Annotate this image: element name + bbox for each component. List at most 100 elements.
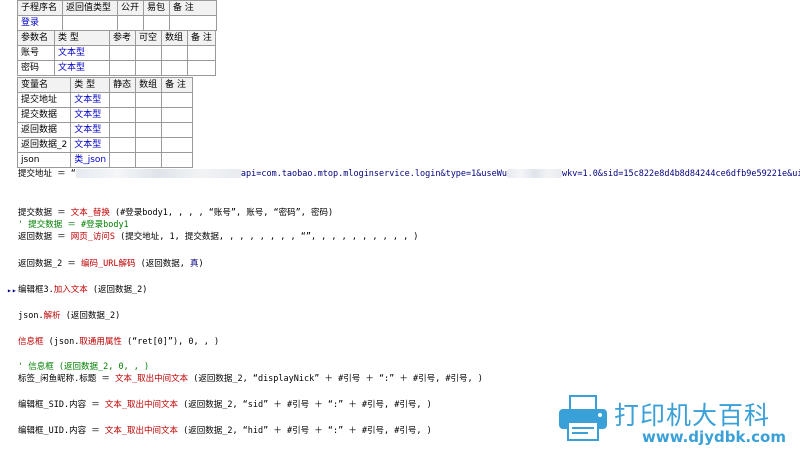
cell[interactable] bbox=[135, 152, 163, 168]
cell[interactable] bbox=[169, 15, 217, 31]
code-line-edit-add-text[interactable]: 编辑框3.加入文本 (返回数据_2) bbox=[18, 284, 147, 296]
cell[interactable] bbox=[109, 137, 137, 153]
cell[interactable] bbox=[161, 107, 194, 123]
var-type[interactable]: 文本型 bbox=[70, 107, 111, 123]
redacted-blur bbox=[75, 169, 241, 178]
cell[interactable] bbox=[187, 60, 216, 76]
table-row[interactable]: json 类_json bbox=[16, 152, 194, 168]
cell[interactable] bbox=[161, 45, 188, 61]
header-cell: 静态 bbox=[109, 77, 137, 93]
code-line-url-decode[interactable]: 返回数据_2 ＝ 编码_URL解码 (返回数据, 真) bbox=[18, 258, 204, 270]
header-cell: 数组 bbox=[161, 30, 188, 46]
code-operator: ＝ bbox=[96, 374, 115, 384]
param-name[interactable]: 密码 bbox=[17, 60, 55, 76]
cell[interactable] bbox=[117, 15, 144, 31]
var-name[interactable]: 返回数据_2 bbox=[16, 137, 72, 153]
cell[interactable] bbox=[109, 107, 137, 123]
code-arguments: (返回数据_2, “displayNick” ＋ #引号 ＋ “:” ＋ #引号… bbox=[188, 374, 483, 384]
cell[interactable] bbox=[109, 92, 137, 108]
code-function: 文本_取出中间文本 bbox=[104, 426, 178, 436]
param-type[interactable]: 文本型 bbox=[54, 60, 110, 76]
table-row[interactable]: 提交数据 文本型 bbox=[16, 107, 194, 123]
code-operator: ＝ “ bbox=[52, 169, 76, 179]
code-arguments: (返回数据_2, “sid” ＋ #引号 ＋ “:” ＋ #引号, #引号, ) bbox=[177, 400, 432, 410]
code-operator: ＝ bbox=[86, 426, 105, 436]
code-arguments: (“ret[0]”), 0, , ) bbox=[121, 337, 220, 347]
printer-icon bbox=[559, 395, 607, 441]
header-cell: 易包 bbox=[143, 0, 170, 16]
code-line-json-parse[interactable]: json.解析 (返回数据_2) bbox=[18, 310, 120, 322]
code-operator: ＝ bbox=[86, 400, 105, 410]
table-row[interactable]: 返回数据_2 文本型 bbox=[16, 137, 194, 153]
var-type[interactable]: 类_json bbox=[70, 152, 111, 168]
cell[interactable] bbox=[135, 92, 163, 108]
header-cell: 类 型 bbox=[70, 77, 111, 93]
subprogram-row[interactable]: 登录 bbox=[17, 15, 217, 31]
code-arguments: (返回数据, bbox=[135, 259, 190, 269]
table-row[interactable]: 密码 文本型 bbox=[17, 60, 216, 76]
cell[interactable] bbox=[62, 15, 118, 31]
code-line-sid-content[interactable]: 编辑框_SID.内容 ＝ 文本_取出中间文本 (返回数据_2, “sid” ＋ … bbox=[18, 399, 432, 411]
table-row[interactable]: 账号 文本型 bbox=[17, 45, 216, 61]
header-cell: 备 注 bbox=[169, 0, 217, 16]
code-variable: 标签_闲鱼昵称.标题 bbox=[18, 374, 97, 384]
var-name[interactable]: 返回数据 bbox=[16, 122, 72, 138]
var-type[interactable]: 文本型 bbox=[70, 122, 111, 138]
param-type[interactable]: 文本型 bbox=[54, 45, 110, 61]
var-name[interactable]: 提交数据 bbox=[16, 107, 72, 123]
cell[interactable] bbox=[135, 60, 162, 76]
table-row[interactable]: 提交地址 文本型 bbox=[16, 92, 194, 108]
cell[interactable] bbox=[135, 137, 163, 153]
code-function: 文本_取出中间文本 bbox=[115, 374, 189, 384]
table-row[interactable]: 返回数据 文本型 bbox=[16, 122, 194, 138]
cell[interactable] bbox=[135, 107, 163, 123]
code-comment-line[interactable]: ' 信息框 (返回数据_2, 0, , ) bbox=[18, 361, 149, 373]
header-cell: 参考 bbox=[109, 30, 136, 46]
code-object: json. bbox=[18, 311, 44, 321]
code-line-submit-data[interactable]: 提交数据 ＝ 文本_替换 (#登录body1, , , , “账号”, 账号, … bbox=[18, 207, 333, 219]
watermark-url: www.djydbk.com bbox=[642, 428, 786, 446]
header-cell: 可空 bbox=[135, 30, 162, 46]
code-operator: ＝ bbox=[52, 208, 71, 218]
subprogram-name[interactable]: 登录 bbox=[17, 15, 63, 31]
cell[interactable] bbox=[161, 137, 194, 153]
header-cell: 变量名 bbox=[16, 77, 72, 93]
cell[interactable] bbox=[161, 92, 194, 108]
var-type[interactable]: 文本型 bbox=[70, 92, 111, 108]
var-name[interactable]: 提交地址 bbox=[16, 92, 72, 108]
code-function: 网页_访问S bbox=[70, 232, 116, 242]
cell[interactable] bbox=[109, 60, 136, 76]
code-variable: 返回数据_2 bbox=[18, 259, 63, 269]
code-function: 解析 bbox=[43, 311, 61, 321]
param-name[interactable]: 账号 bbox=[17, 45, 55, 61]
code-line-uid-content[interactable]: 编辑框_UID.内容 ＝ 文本_取出中间文本 (返回数据_2, “hid” ＋ … bbox=[18, 425, 432, 437]
code-line-submit-url[interactable]: 提交地址 ＝ “ api=com.taobao.mtop.mloginservic… bbox=[18, 168, 800, 180]
code-function: 文本_替换 bbox=[70, 208, 110, 218]
code-line-nickname-title[interactable]: 标签_闲鱼昵称.标题 ＝ 文本_取出中间文本 (返回数据_2, “display… bbox=[18, 373, 483, 385]
cell[interactable] bbox=[135, 45, 162, 61]
subprogram-header-row: 子程序名 返回值类型 公开 易包 备 注 bbox=[17, 0, 217, 16]
cell[interactable] bbox=[109, 45, 136, 61]
code-line-message-box[interactable]: 信息框 (json.取通用属性 (“ret[0]”), 0, , ) bbox=[18, 336, 219, 348]
var-type[interactable]: 文本型 bbox=[70, 137, 111, 153]
code-variable: 编辑框_UID.内容 bbox=[18, 426, 87, 436]
code-arguments: (提交地址, 1, 提交数据, , , , , , , , “”, , , , … bbox=[115, 232, 419, 242]
code-line-return-data[interactable]: 返回数据 ＝ 网页_访问S (提交地址, 1, 提交数据, , , , , , … bbox=[18, 231, 418, 243]
code-arguments: (#登录body1, , , , “账号”, 账号, “密码”, 密码) bbox=[109, 208, 334, 218]
var-name[interactable]: json bbox=[16, 152, 72, 168]
code-operator: ＝ bbox=[62, 259, 81, 269]
cell[interactable] bbox=[161, 152, 194, 168]
code-comment-line[interactable]: ' 提交数据 ＝ #登录body1 bbox=[18, 219, 129, 231]
cell[interactable] bbox=[161, 60, 188, 76]
cell[interactable] bbox=[161, 122, 194, 138]
variable-table: 变量名 类 型 静态 数组 备 注 提交地址 文本型 提交数据 文本型 返回数据… bbox=[16, 77, 194, 168]
code-arguments: ) bbox=[198, 259, 204, 269]
cell[interactable] bbox=[109, 152, 137, 168]
code-variable: 提交数据 bbox=[18, 208, 53, 218]
header-cell: 数组 bbox=[135, 77, 163, 93]
cell[interactable] bbox=[135, 122, 163, 138]
cell[interactable] bbox=[143, 15, 170, 31]
code-function: 文本_取出中间文本 bbox=[104, 400, 178, 410]
cell[interactable] bbox=[109, 122, 137, 138]
cell[interactable] bbox=[187, 45, 216, 61]
